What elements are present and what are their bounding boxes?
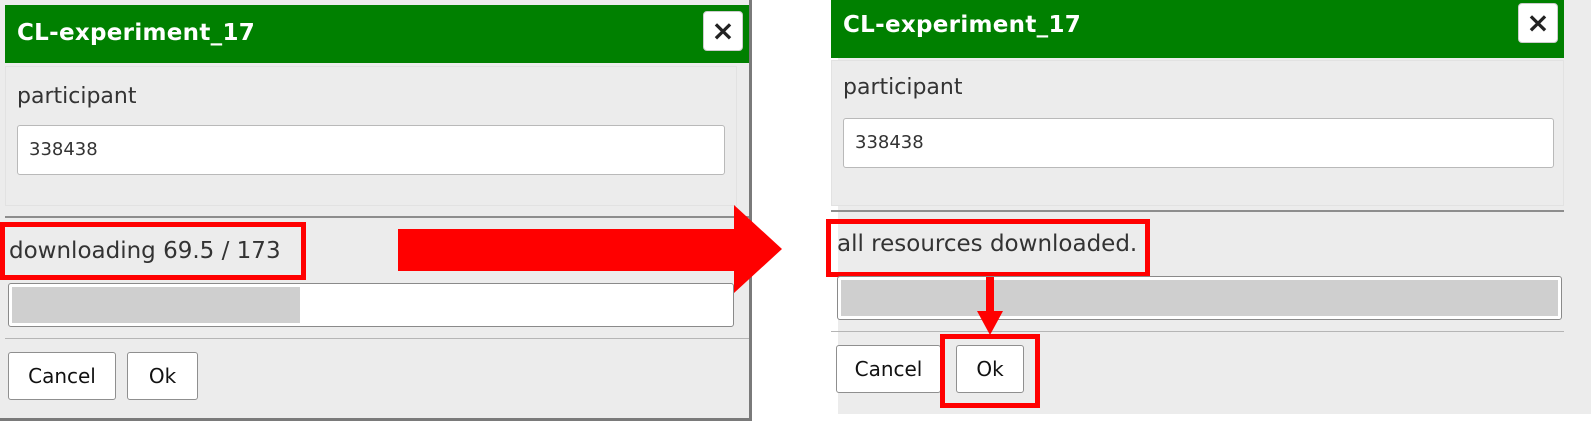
cancel-button[interactable]: Cancel [8, 352, 116, 400]
divider [5, 338, 749, 339]
highlight-box-status [826, 219, 1150, 277]
divider [831, 210, 1564, 212]
form-area: participant 338438 [5, 66, 737, 206]
dialog-title: CL-experiment_17 [843, 12, 1082, 38]
dialog-downloaded: CL-experiment_17 × participant 338438 al… [826, 0, 1591, 414]
participant-input[interactable]: 338438 [843, 118, 1554, 168]
close-icon[interactable]: × [1518, 3, 1558, 43]
highlight-box-status [0, 222, 306, 280]
divider [831, 331, 1564, 332]
dialog-title: CL-experiment_17 [17, 20, 256, 46]
cancel-button[interactable]: Cancel [836, 345, 941, 393]
participant-input[interactable]: 338438 [17, 125, 725, 175]
participant-label: participant [843, 75, 963, 100]
participant-label: participant [17, 84, 137, 109]
highlight-box-ok [940, 334, 1040, 408]
progress-fill [12, 287, 300, 323]
progress-fill [841, 280, 1558, 316]
form-area: participant 338438 [831, 60, 1564, 206]
dialog-titlebar[interactable]: CL-experiment_17 × [5, 5, 749, 63]
ok-button[interactable]: Ok [127, 352, 198, 400]
close-icon[interactable]: × [703, 11, 743, 51]
download-progress-bar [837, 276, 1562, 320]
dialog-titlebar[interactable]: CL-experiment_17 × [831, 0, 1564, 58]
arrow-right-icon [398, 205, 782, 293]
arrow-down-icon [977, 277, 1003, 335]
